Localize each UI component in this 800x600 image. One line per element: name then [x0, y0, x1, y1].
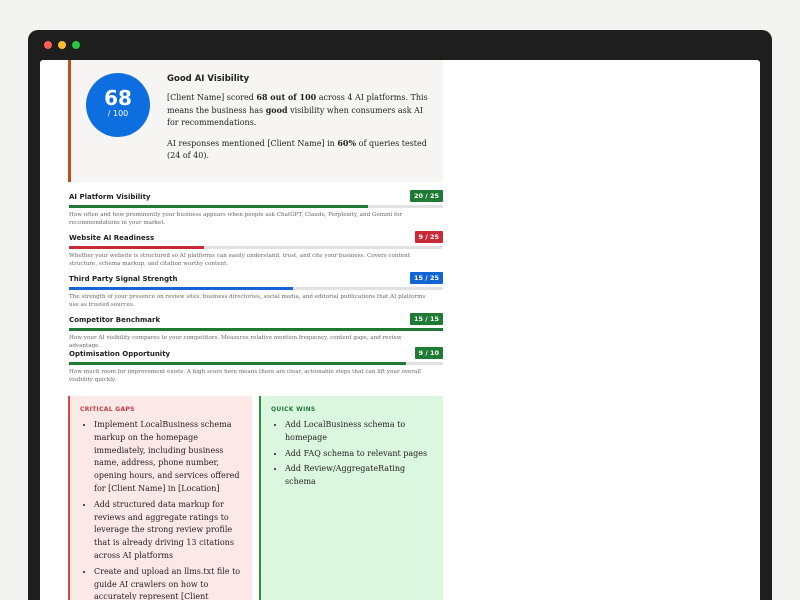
metric-name: Website AI Readiness: [69, 234, 155, 242]
overall-score: 68: [104, 86, 132, 110]
metric-score-badge: 20 / 25: [410, 190, 443, 202]
quick-wins-list: Add LocalBusiness schema to homepage Add…: [285, 419, 435, 489]
score-circle: 68 / 100: [86, 73, 150, 137]
metric-progress-track: [69, 205, 443, 208]
list-item: Implement LocalBusiness schema markup on…: [94, 419, 244, 496]
metric-description: The strength of your presence on review …: [69, 294, 426, 308]
metric-progress-fill: [69, 287, 294, 290]
metric-progress-fill: [69, 362, 406, 365]
page-viewport: 68 / 100 Good AI Visibility [Client Name…: [40, 60, 760, 600]
metric-score-badge: 9 / 10: [414, 347, 443, 359]
metric-progress-track: [69, 246, 443, 249]
critical-gaps-panel: CRITICAL GAPS Implement LocalBusiness sc…: [68, 396, 252, 600]
mention-rate-paragraph: AI responses mentioned [Client Name] in …: [167, 138, 427, 160]
metric-name: Third Party Signal Strength: [69, 275, 178, 283]
metric-progress-track: [69, 362, 443, 365]
maximize-window-button[interactable]: [72, 41, 80, 49]
list-item: Add LocalBusiness schema to homepage: [285, 419, 435, 445]
metric-score-badge: 15 / 25: [410, 272, 443, 284]
browser-window: 68 / 100 Good AI Visibility [Client Name…: [28, 30, 772, 600]
metric-name: AI Platform Visibility: [69, 193, 151, 201]
list-item: Add structured data markup for reviews a…: [94, 499, 244, 563]
metric-score-badge: 15 / 15: [410, 313, 443, 325]
metric-description: How often and how prominently your busin…: [69, 212, 403, 226]
score-denominator: / 100: [107, 109, 129, 118]
metric-row: Competitor Benchmark 15 / 15 How your AI…: [68, 313, 443, 349]
quick-wins-heading: QUICK WINS: [271, 406, 316, 413]
metric-name: Competitor Benchmark: [69, 316, 161, 324]
metric-progress-fill: [69, 205, 369, 208]
report-content: 68 / 100 Good AI Visibility [Client Name…: [68, 60, 443, 600]
list-item: Add Review/AggregateRating schema: [285, 463, 435, 489]
window-controls: [44, 41, 80, 49]
close-window-button[interactable]: [44, 41, 52, 49]
metric-progress-fill: [69, 328, 443, 331]
visibility-rating-title: Good AI Visibility: [167, 74, 250, 84]
metric-progress-track: [69, 328, 443, 331]
metric-progress-fill: [69, 246, 204, 249]
metric-row: Website AI Readiness 9 / 25 Whether your…: [68, 231, 443, 272]
metric-row: AI Platform Visibility 20 / 25 How often…: [68, 190, 443, 231]
score-summary-card: 68 / 100 Good AI Visibility [Client Name…: [68, 60, 443, 182]
metric-score-badge: 9 / 25: [414, 231, 443, 243]
minimize-window-button[interactable]: [58, 41, 66, 49]
metric-row: Optimisation Opportunity 9 / 10 How much…: [68, 347, 443, 388]
metric-progress-track: [69, 287, 443, 290]
critical-gaps-heading: CRITICAL GAPS: [80, 406, 135, 413]
list-item: Add FAQ schema to relevant pages: [285, 448, 435, 461]
metric-description: How much room for improvement exists. A …: [69, 369, 421, 383]
metric-row: Third Party Signal Strength 15 / 25 The …: [68, 272, 443, 313]
list-item: Create and upload an llms.txt file to gu…: [94, 566, 244, 600]
critical-gaps-list: Implement LocalBusiness schema markup on…: [94, 419, 244, 600]
quick-wins-panel: QUICK WINS Add LocalBusiness schema to h…: [259, 396, 443, 600]
metric-name: Optimisation Opportunity: [69, 350, 171, 358]
score-summary-paragraph: [Client Name] scored 68 out of 100 acros…: [167, 92, 428, 127]
recommendations-panels: CRITICAL GAPS Implement LocalBusiness sc…: [68, 396, 443, 600]
metric-description: Whether your website is structured so AI…: [69, 253, 410, 267]
score-summary-text: Good AI Visibility [Client Name] scored …: [167, 73, 429, 170]
